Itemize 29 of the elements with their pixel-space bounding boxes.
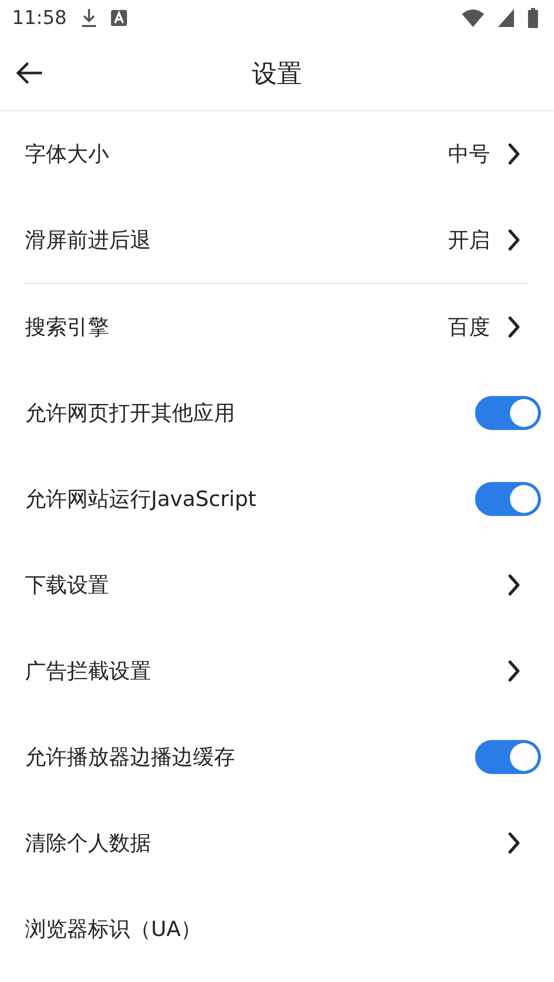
setting-label: 搜索引擎 — [25, 314, 110, 341]
chevron-icon — [508, 229, 520, 251]
setting-label: 字体大小 — [25, 141, 110, 168]
setting-label: 允许网页打开其他应用 — [25, 400, 236, 427]
chevron-icon — [508, 660, 520, 682]
setting-value: 百度 — [448, 314, 490, 341]
page-title: 设置 — [252, 58, 302, 90]
chevron-icon — [508, 574, 520, 596]
signal-icon — [498, 9, 514, 27]
setting-label: 浏览器标识（UA） — [25, 916, 203, 943]
setting-label: 广告拦截设置 — [25, 658, 152, 685]
download-icon — [80, 8, 97, 28]
letter-a-icon — [110, 10, 127, 26]
chevron-icon — [508, 316, 520, 338]
setting-label: 清除个人数据 — [25, 830, 152, 857]
clock-time: 11:58 — [12, 7, 67, 29]
setting-label: 允许网站运行JavaScript — [25, 486, 258, 513]
chevron-icon — [508, 832, 520, 854]
battery-icon — [528, 8, 538, 28]
toggle-switch[interactable] — [475, 482, 541, 516]
toggle-switch[interactable] — [475, 396, 541, 430]
setting-label: 下载设置 — [25, 572, 110, 599]
setting-value: 中号 — [448, 141, 490, 168]
chevron-icon — [508, 143, 520, 165]
setting-label: 允许播放器边播边缓存 — [25, 744, 236, 771]
setting-label: 滑屏前进后退 — [25, 227, 152, 254]
wifi-icon — [462, 9, 484, 27]
setting-value: 开启 — [448, 227, 490, 254]
toggle-switch[interactable] — [475, 740, 541, 774]
